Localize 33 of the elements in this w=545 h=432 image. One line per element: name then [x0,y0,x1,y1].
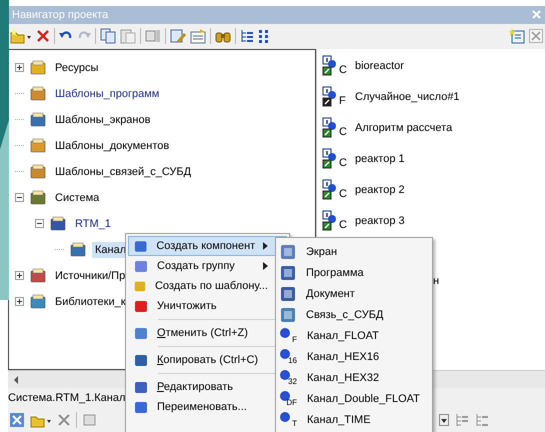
type-letter: F [339,95,347,108]
menu-item[interactable]: F Канал_FLOAT [280,325,430,346]
tree-item[interactable]: Шаблоны_документов [52,138,172,154]
tree-item[interactable]: Система [52,190,102,206]
component-name[interactable]: реактор 2 [355,184,405,196]
menu-item[interactable]: DF Канал_Double_FLOAT [280,388,430,409]
tree-item[interactable]: Библиотеки_к [52,294,129,310]
type-letter: C [339,126,348,138]
menu-item[interactable]: Программа [280,262,430,283]
menu-item[interactable]: Документ [280,283,430,304]
tree-item[interactable]: RTM_1 [72,216,114,232]
tree-item[interactable]: Шаблоны_экранов [52,112,154,128]
type-letter: C [339,64,348,76]
component-name: н [433,274,440,287]
tree-item[interactable]: Ресурсы [52,60,102,76]
type-letter: C [339,219,348,232]
path-text: Система.RTM_1.Канал [8,392,126,404]
menu-item[interactable]: Связь_с_СУБД [280,304,430,325]
type-letter: C [339,157,348,170]
component-name[interactable]: Случайное_число#1 [355,91,460,104]
menu-item[interactable]: 16 Канал_HEX16 [280,346,430,367]
component-name[interactable]: реактор 1 [355,153,405,166]
menu-item[interactable]: 32 Канал_HEX32 [280,367,430,388]
tree-item[interactable]: Источники/Пр [52,268,128,284]
component-name[interactable]: bioreactor [355,60,404,72]
menu-item[interactable]: T Канал_TIME [280,409,430,430]
window-title: Навигатор проекта [12,8,110,21]
component-name[interactable]: реактор 3 [355,215,405,228]
tree-item[interactable]: Шаблоны_программ [52,86,162,102]
tree-item[interactable]: Шаблоны_связей_с_СУБД [52,164,194,180]
menu-item[interactable]: Создать компонент [128,236,287,256]
type-letter: C [339,188,348,200]
component-name[interactable]: Алгоритм рассчета [355,122,452,134]
